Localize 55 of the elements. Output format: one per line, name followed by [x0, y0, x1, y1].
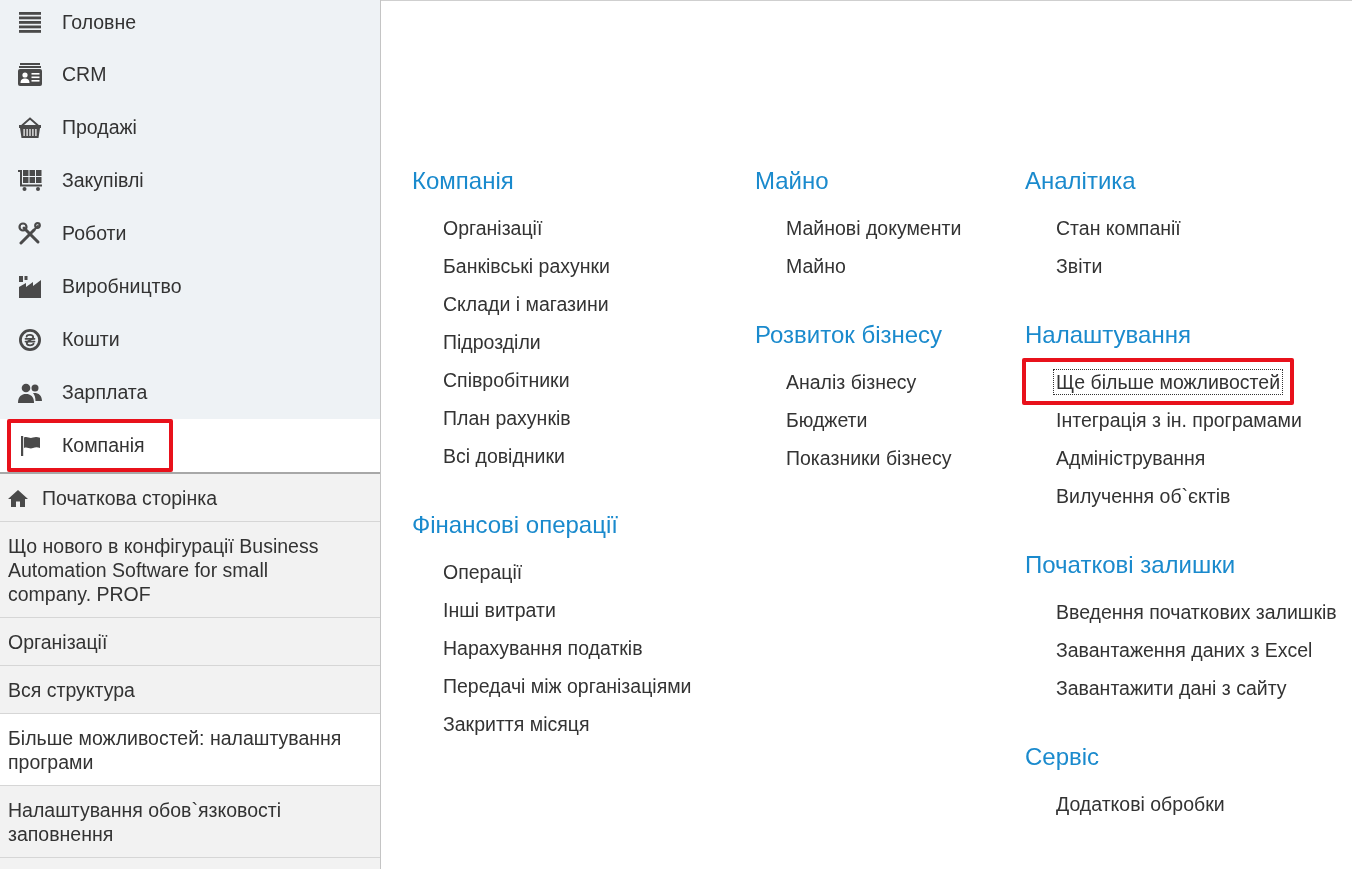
section-item[interactable]: Головне: [0, 0, 380, 48]
coin-icon: [19, 328, 41, 351]
group-heading: Налаштування: [1025, 320, 1191, 350]
group-heading: Фінансові операції: [412, 510, 618, 540]
link[interactable]: Ще більше можливостей: [1053, 369, 1284, 395]
link[interactable]: Адміністрування: [1053, 445, 1209, 471]
link[interactable]: Введення початкових залишків: [1053, 599, 1340, 625]
tools-icon: [18, 222, 42, 245]
link[interactable]: Підрозділи: [440, 329, 544, 355]
section-item[interactable]: CRM: [0, 48, 380, 101]
link[interactable]: Завантажити дані з сайту: [1053, 675, 1290, 701]
group-heading: Майно: [755, 166, 829, 196]
basket-icon: [19, 117, 41, 138]
group-heading: Розвиток бізнесу: [755, 320, 943, 350]
link[interactable]: Передачі між організаціями: [440, 673, 695, 699]
contact-card-icon: [18, 63, 42, 86]
link[interactable]: Інтеграція з ін. програмами: [1053, 407, 1305, 433]
group-heading: Аналітика: [1025, 166, 1136, 196]
link[interactable]: План рахунків: [440, 405, 574, 431]
link[interactable]: Склади і магазини: [440, 291, 612, 317]
link[interactable]: Інші витрати: [440, 597, 559, 623]
link[interactable]: Банківські рахунки: [440, 253, 613, 279]
section-item[interactable]: Роботи: [0, 207, 380, 260]
nav-link[interactable]: Більше можливостей: налаштування програми: [0, 714, 380, 786]
section-item[interactable]: Зарплата: [0, 366, 380, 419]
users-icon: [18, 382, 42, 403]
link[interactable]: Операції: [440, 559, 526, 585]
link[interactable]: Закриття місяця: [440, 711, 593, 737]
factory-icon: [19, 275, 41, 298]
section-item[interactable]: Кошти: [0, 313, 380, 366]
section-item[interactable]: Компанія: [0, 419, 380, 472]
link[interactable]: Всі довідники: [440, 443, 568, 469]
flag-icon: [20, 435, 40, 456]
link[interactable]: Бюджети: [783, 407, 871, 433]
link[interactable]: Організації: [440, 215, 546, 241]
section-item[interactable]: Продажі: [0, 101, 380, 154]
section-item[interactable]: Закупівлі: [0, 154, 380, 207]
link[interactable]: Додаткові обробки: [1053, 791, 1228, 817]
link[interactable]: Майно: [783, 253, 849, 279]
link[interactable]: Звіти: [1053, 253, 1106, 279]
link[interactable]: Вилучення об`єктів: [1053, 483, 1234, 509]
link[interactable]: Нарахування податків: [440, 635, 646, 661]
home-icon: [8, 489, 28, 507]
group-heading: Початкові залишки: [1025, 550, 1236, 580]
link[interactable]: Аналіз бізнесу: [783, 369, 920, 395]
section-item[interactable]: Виробництво: [0, 260, 380, 313]
menu-icon: [19, 11, 41, 33]
link[interactable]: Майнові документи: [783, 215, 965, 241]
group-heading: Компанія: [412, 166, 514, 196]
link[interactable]: Співробітники: [440, 367, 573, 393]
link[interactable]: Завантаження даних з Excel: [1053, 637, 1316, 663]
cart-icon: [18, 170, 42, 191]
link[interactable]: Показники бізнесу: [783, 445, 955, 471]
link[interactable]: Стан компанії: [1053, 215, 1184, 241]
group-heading: Сервіс: [1025, 742, 1100, 772]
